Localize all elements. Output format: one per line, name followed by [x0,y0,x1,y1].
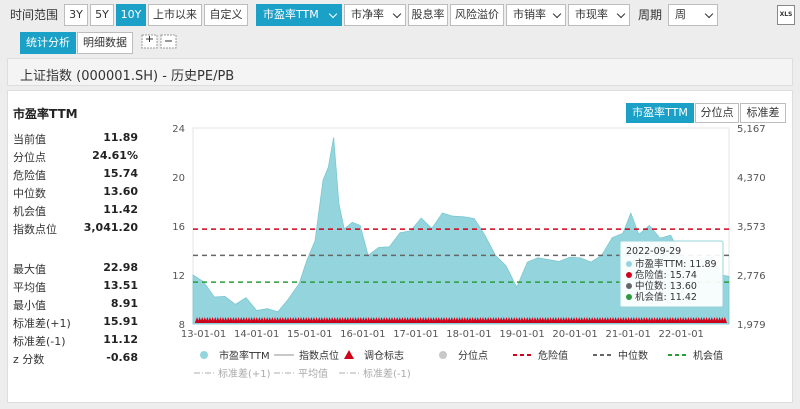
tooltip-date: 2022-09-29 [626,246,681,257]
top-toolbar: 时间范围 3Y 5Y 10Y 上市以来 自定义 市盈率TTM 市净率 股息率 风… [0,0,800,30]
legend-label: 分位点 [458,349,488,362]
y-tick-label: 24 [172,124,185,135]
legend-triangle-icon [344,350,354,359]
zoom-out-icon[interactable] [160,34,177,49]
y-tick-label: 12 [172,271,185,282]
y2-tick-label: 2,776 [737,271,766,282]
range-since-listing-button[interactable]: 上市以来 [148,4,202,26]
x-tick-label: 15-01-01 [287,329,332,340]
pe-ttm-label: 市盈率TTM [263,8,319,21]
x-tick-label: 13-01-01 [181,329,226,340]
legend-dot-icon [439,351,447,359]
y2-tick-label: 3,573 [737,222,766,233]
y2-tick-label: 1,979 [737,320,766,331]
y-tick-label: 20 [172,173,185,184]
tooltip-dot [626,261,632,267]
pb-dropdown[interactable]: 市净率 [344,4,406,26]
x-tick-label: 18-01-01 [446,329,491,340]
range-5y-button[interactable]: 5Y [90,4,114,26]
legend-label: 市盈率TTM [219,349,270,362]
legend-label: 平均值 [298,367,328,380]
zoom-controls [141,34,177,49]
x-tick-label: 19-01-01 [499,329,544,340]
range-3y-button[interactable]: 3Y [64,4,88,26]
chevron-down-icon [552,9,562,19]
y2-tick-label: 5,167 [737,124,766,135]
y2-tick-label: 4,370 [737,173,766,184]
chevron-down-icon [328,9,338,19]
tooltip-row: 中位数: 13.60 [635,280,697,292]
tooltip-row: 机会值: 11.42 [635,291,697,303]
chevron-down-icon [392,9,402,19]
x-tick-label: 21-01-01 [605,329,650,340]
zoom-in-icon[interactable] [141,34,158,49]
x-tick-label: 17-01-01 [393,329,438,340]
y-tick-label: 16 [172,222,185,233]
legend-label: 标准差(-1) [363,367,411,380]
range-custom-button[interactable]: 自定义 [204,4,248,26]
time-range-label: 时间范围 [10,8,59,22]
x-tick-label: 20-01-01 [552,329,597,340]
x-tick-label: 22-01-01 [659,329,704,340]
tooltip-dot [626,294,632,300]
risk-premium-button[interactable]: 风险溢价 [450,4,504,26]
x-tick-label: 14-01-01 [234,329,279,340]
legend-label: 标准差(+1) [218,367,271,380]
tooltip-dot [626,272,632,278]
legend-label: 调仓标志 [364,349,404,362]
period-label: 周期 [638,8,663,22]
tab-statistics[interactable]: 统计分析 [20,32,76,54]
pcf-label: 市现率 [575,8,608,21]
pe-ttm-dropdown[interactable]: 市盈率TTM [256,4,342,26]
legend-dot-icon [200,351,208,359]
legend-label: 机会值 [693,349,723,362]
legend-label: 危险值 [538,349,568,362]
chevron-down-icon [704,9,714,19]
panel-title: 上证指数 (000001.SH) - 历史PE/PB [20,69,235,84]
dividend-yield-button[interactable]: 股息率 [408,4,448,26]
x-tick-label: 16-01-01 [340,329,385,340]
pe-chart[interactable]: 8121620241,9792,7763,5734,3705,16713-01-… [8,91,794,404]
tooltip-row: 市盈率TTM: 11.89 [635,258,717,270]
pb-label: 市净率 [351,8,384,21]
ps-dropdown[interactable]: 市销率 [506,4,566,26]
legend-label: 指数点位 [299,349,339,362]
pcf-dropdown[interactable]: 市现率 [568,4,630,26]
ps-label: 市销率 [513,8,546,21]
tooltip-row: 危险值: 15.74 [635,269,697,281]
panel-header: 上证指数 (000001.SH) - 历史PE/PB [7,58,793,86]
legend-label: 中位数 [618,349,648,362]
period-value: 周 [675,8,686,21]
tab-details[interactable]: 明细数据 [77,32,133,54]
tooltip-dot [626,283,632,289]
chevron-down-icon [616,9,626,19]
range-10y-button[interactable]: 10Y [116,4,146,26]
export-xls-icon[interactable]: XLS [777,5,795,25]
period-dropdown[interactable]: 周 [668,4,718,26]
chart-panel: 市盈率TTM 当前值 11.89 分位点 24.61% 危险值 15.74 中位数 13.60… [7,90,793,403]
